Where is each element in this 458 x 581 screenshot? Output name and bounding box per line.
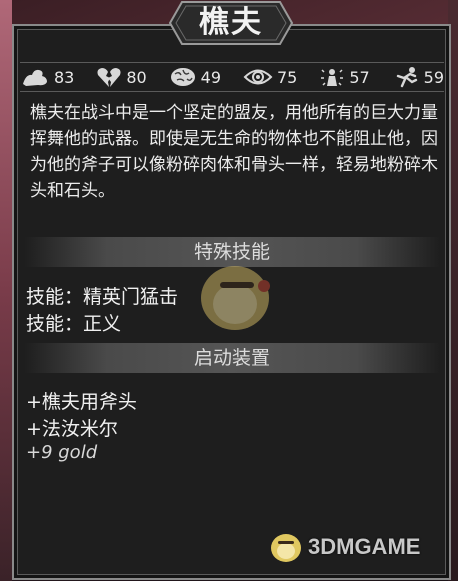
watermark-text: 3DMGAME xyxy=(308,534,421,559)
stat-value: 59 xyxy=(423,67,444,87)
stat-spirit: 57 xyxy=(319,66,370,88)
stats-row: 83 80 49 75 57 59 xyxy=(20,62,444,92)
title-plate: 樵夫 xyxy=(168,0,294,46)
stat-value: 80 xyxy=(126,67,147,87)
character-description: 樵夫在战斗中是一个坚定的盟友，用他所有的巨大力量挥舞他的武器。即使是无生命的物体… xyxy=(30,103,438,201)
skill-item: 技能：正义 xyxy=(26,313,122,335)
stat-agility: 59 xyxy=(392,66,444,88)
stat-value: 57 xyxy=(349,67,370,87)
gear-header: 启动装置 xyxy=(24,343,440,373)
skill-item: 技能：精英门猛击 xyxy=(26,286,179,308)
gear-item: +法汝米尔 xyxy=(26,418,118,440)
mascot-watermark-image xyxy=(201,266,270,330)
stat-value: 49 xyxy=(200,67,222,87)
figure-aura-icon xyxy=(321,69,344,86)
mascot-logo-icon xyxy=(271,534,301,562)
stat-heart: 80 xyxy=(96,66,147,88)
brain-icon xyxy=(170,68,195,86)
gear-item: +樵夫用斧头 xyxy=(26,391,137,413)
gold-amount: +9 gold xyxy=(26,442,98,463)
eye-icon xyxy=(243,69,273,85)
stat-perception: 75 xyxy=(243,66,297,88)
stat-mind: 49 xyxy=(169,66,221,88)
stat-value: 75 xyxy=(276,67,298,87)
stat-value: 83 xyxy=(54,67,75,87)
background-left-art xyxy=(0,0,12,581)
broken-heart-icon xyxy=(97,68,121,87)
running-figure-icon xyxy=(396,67,417,88)
stat-strength: 83 xyxy=(20,66,74,88)
site-watermark: 3DMGAME xyxy=(268,530,420,564)
strength-arm-icon xyxy=(23,69,47,86)
character-name: 樵夫 xyxy=(199,5,263,40)
